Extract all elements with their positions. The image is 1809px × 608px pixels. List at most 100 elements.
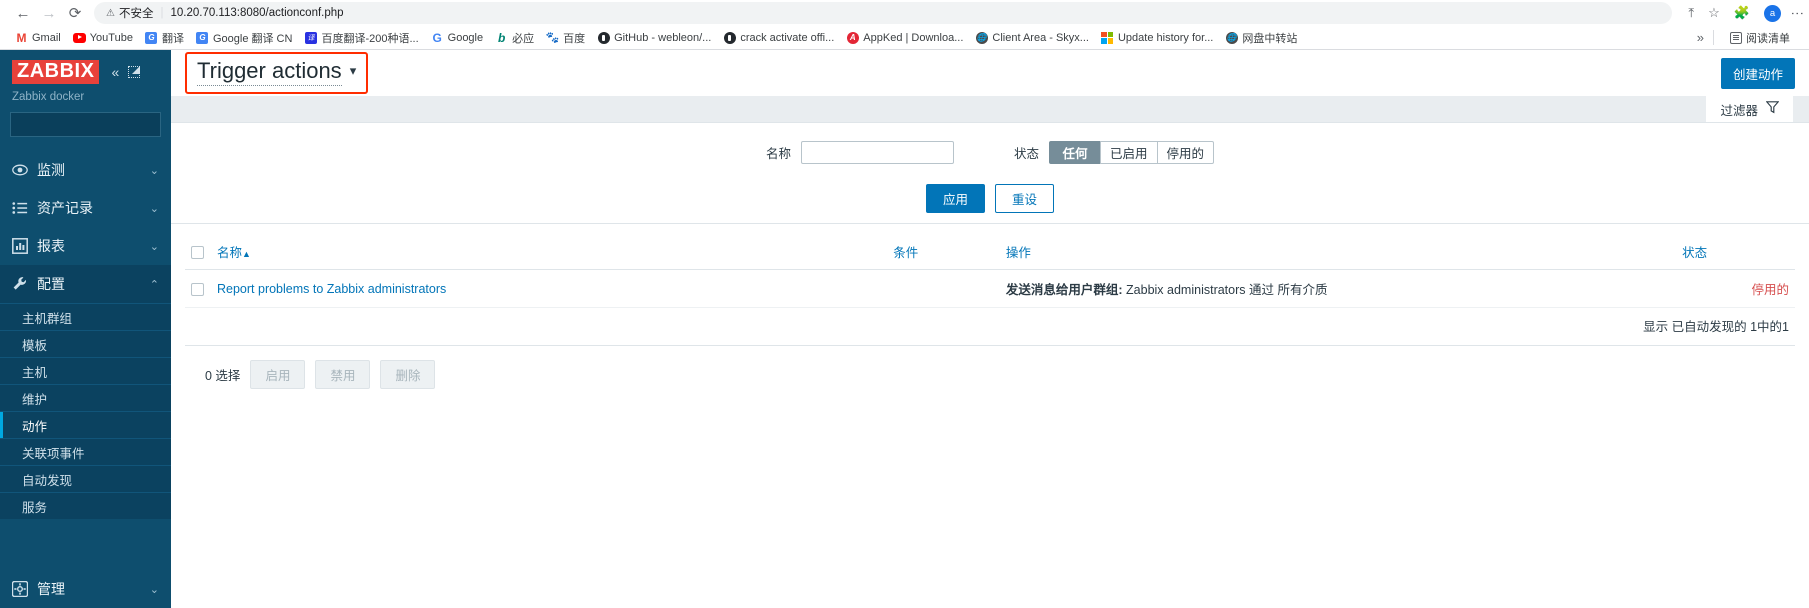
apply-button[interactable]: 应用: [925, 184, 985, 213]
bookmark-client-area[interactable]: 🌐 Client Area - Skyx...: [969, 29, 1095, 46]
bookmark-appked[interactable]: A AppKed | Downloa...: [840, 29, 969, 46]
status-segmented-control: 任何 已启用 停用的: [1049, 141, 1215, 164]
sidebar-subitem-maintenance[interactable]: 维护: [0, 384, 171, 411]
filter-status-label: 状态: [1013, 147, 1039, 161]
create-action-button[interactable]: 创建动作: [1720, 57, 1795, 89]
sidebar-subitem-label: 模板: [22, 338, 48, 353]
bookmark-label: 百度翻译-200种语...: [321, 32, 419, 45]
page-header-actions: 创建动作: [1720, 57, 1795, 89]
sidebar-item-inventory[interactable]: 资产记录 ⌄: [0, 189, 171, 227]
sidebar-item-label: 配置: [37, 276, 65, 292]
sidebar-item-monitoring[interactable]: 监测 ⌄: [0, 151, 171, 189]
status-option-any[interactable]: 任何: [1049, 141, 1101, 164]
sidebar-subitem-label: 维护: [22, 392, 48, 407]
bookmark-google-translate-cn[interactable]: G Google 翻译 CN: [190, 28, 298, 48]
sidebar-item-administration[interactable]: 管理 ⌄: [0, 570, 171, 608]
sidebar-subitem-hosts[interactable]: 主机: [0, 357, 171, 384]
search-box[interactable]: [10, 112, 188, 137]
microsoft-icon: [1101, 31, 1114, 44]
bookmark-bing[interactable]: b 必应: [489, 28, 540, 48]
actions-table: 名称▲ 条件 操作 状态 Report problems to Zabbix a…: [185, 234, 1795, 308]
bookmark-label: YouTube: [89, 31, 133, 44]
bookmark-label: 必应: [512, 32, 535, 45]
sidebar-subitem-services[interactable]: 服务: [0, 492, 171, 519]
zabbix-logo[interactable]: ZABBIX: [12, 60, 100, 84]
avatar[interactable]: a: [1764, 4, 1781, 22]
bookmark-update-history[interactable]: Update history for...: [1095, 29, 1219, 46]
table-body: Report problems to Zabbix administrators…: [185, 269, 1795, 308]
selected-count: 0 选择: [205, 369, 241, 383]
bookmark-translate[interactable]: G 翻译: [139, 28, 190, 48]
youtube-icon: [72, 31, 86, 44]
bookmark-label: Google 翻译 CN: [212, 32, 293, 45]
browser-chrome: ← → ⟳ ⚠ 不安全 | 10.20.70.113:8080/actionco…: [0, 0, 1809, 50]
sidebar-item-label: 资产记录: [37, 200, 93, 216]
bookmarks-bar: M Gmail YouTube G 翻译 G Google 翻译 CN 译 百度…: [0, 26, 1809, 50]
sidebar-header-icons: «: [111, 65, 141, 79]
bookmark-baidu[interactable]: 🐾 百度: [540, 28, 591, 48]
bookmark-crack-activate[interactable]: crack activate offi...: [717, 29, 840, 46]
collapse-panel-icon[interactable]: [128, 66, 141, 78]
bookmark-label: 百度: [563, 32, 586, 45]
chevron-down-icon[interactable]: ▾: [350, 63, 357, 79]
sidebar-subitem-templates[interactable]: 模板: [0, 330, 171, 357]
table-head: 名称▲ 条件 操作 状态: [185, 234, 1795, 270]
forward-arrow-icon[interactable]: →: [36, 0, 62, 26]
chevron-double-left-icon[interactable]: «: [111, 65, 119, 79]
sidebar-subitem-event-correlation[interactable]: 关联项事件: [0, 438, 171, 465]
sidebar-subitem-actions[interactable]: 动作: [0, 411, 171, 438]
enable-button[interactable]: 启用: [250, 360, 306, 389]
chevron-down-icon: ⌄: [149, 202, 159, 215]
star-icon[interactable]: ☆: [1708, 5, 1720, 21]
filter-name-label: 名称: [765, 147, 791, 161]
row-checkbox[interactable]: [191, 282, 204, 296]
bookmark-github-webleon[interactable]: GitHub - webleon/...: [591, 29, 717, 46]
kebab-menu-icon[interactable]: ⋮: [1790, 7, 1805, 20]
sidebar-subitem-label: 动作: [22, 419, 48, 434]
bookmark-gmail[interactable]: M Gmail: [9, 29, 67, 46]
omnibox-separator: |: [160, 7, 164, 19]
share-icon[interactable]: ⤒: [1688, 5, 1694, 21]
bookmark-wangpan[interactable]: 🌐 网盘中转站: [1219, 28, 1303, 48]
filter-name-input[interactable]: [800, 141, 954, 164]
row-status-cell: 停用的: [1676, 269, 1795, 308]
sidebar-item-configuration[interactable]: 配置 ⌃: [0, 265, 171, 303]
search-input[interactable]: [18, 117, 173, 132]
action-name-link[interactable]: Report problems to Zabbix administrators: [217, 282, 446, 296]
chevron-double-right-icon[interactable]: »: [1697, 30, 1704, 45]
status-badge[interactable]: 停用的: [1751, 283, 1789, 297]
chevron-up-icon: ⌃: [149, 278, 159, 291]
reload-icon[interactable]: ⟳: [62, 0, 88, 26]
reading-list-button[interactable]: 阅读清单: [1723, 28, 1796, 48]
sidebar-item-reports[interactable]: 报表 ⌄: [0, 227, 171, 265]
puzzle-icon[interactable]: 🧩: [1734, 5, 1750, 21]
reading-list-label: 阅读清单: [1746, 32, 1790, 45]
filter-tab-row: 过滤器: [171, 96, 1809, 123]
warning-triangle-icon: ⚠: [106, 7, 115, 19]
bookmark-baidu-translate[interactable]: 译 百度翻译-200种语...: [298, 28, 424, 48]
reset-button[interactable]: 重设: [995, 184, 1055, 213]
status-option-enabled[interactable]: 已启用: [1100, 141, 1158, 164]
column-header-name[interactable]: 名称▲: [211, 234, 888, 270]
gmail-icon: M: [16, 30, 27, 45]
sidebar-subitem-discovery[interactable]: 自动发现: [0, 465, 171, 492]
bookmark-youtube[interactable]: YouTube: [67, 29, 139, 46]
disable-button[interactable]: 禁用: [315, 360, 371, 389]
page-title[interactable]: Trigger actions: [197, 58, 342, 86]
table-header-row: 名称▲ 条件 操作 状态: [185, 234, 1795, 270]
back-arrow-icon[interactable]: ←: [10, 0, 36, 26]
page-title-highlight: Trigger actions ▾: [185, 52, 369, 94]
status-option-disabled[interactable]: 停用的: [1156, 141, 1215, 164]
select-all-checkbox[interactable]: [191, 245, 204, 259]
column-label: 操作: [1005, 246, 1031, 260]
address-bar[interactable]: ⚠ 不安全 | 10.20.70.113:8080/actionconf.php: [94, 2, 1673, 24]
sidebar-subitem-host-groups[interactable]: 主机群组: [0, 303, 171, 330]
sidebar-search-wrap: [0, 112, 188, 151]
bookmark-label: Update history for...: [1117, 31, 1214, 44]
sidebar-subitem-label: 主机群组: [22, 311, 73, 326]
column-label: 名称: [217, 246, 243, 260]
delete-button[interactable]: 删除: [380, 360, 436, 389]
filter-tab[interactable]: 过滤器: [1706, 96, 1793, 122]
row-operations-cell: 发送消息给用户群组: Zabbix administrators 通过 所有介质: [999, 269, 1677, 308]
bookmark-google[interactable]: G Google: [425, 29, 489, 46]
